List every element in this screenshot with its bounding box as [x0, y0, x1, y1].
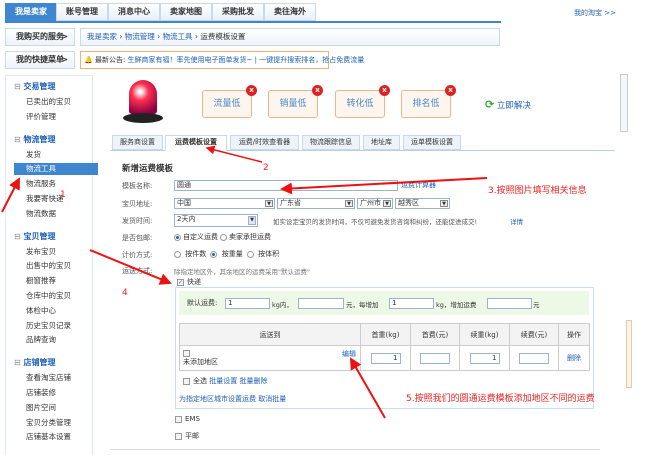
arrow-1: [1, 177, 20, 213]
arrow-2: [205, 145, 263, 163]
annotation-5: 5.按照我们的圆通运费模板添加地区不同的运费: [406, 394, 595, 404]
annotation-arrows: [1, 145, 488, 419]
arrow-5: [350, 357, 386, 419]
annotation-4: 4: [122, 288, 128, 298]
arrow-4: [89, 249, 172, 285]
annotation-2: 2: [263, 163, 269, 173]
annotation-1: 1: [60, 190, 66, 200]
annotation-3: 3.按照图片填写相关信息: [488, 186, 587, 196]
arrow-3: [280, 177, 488, 195]
